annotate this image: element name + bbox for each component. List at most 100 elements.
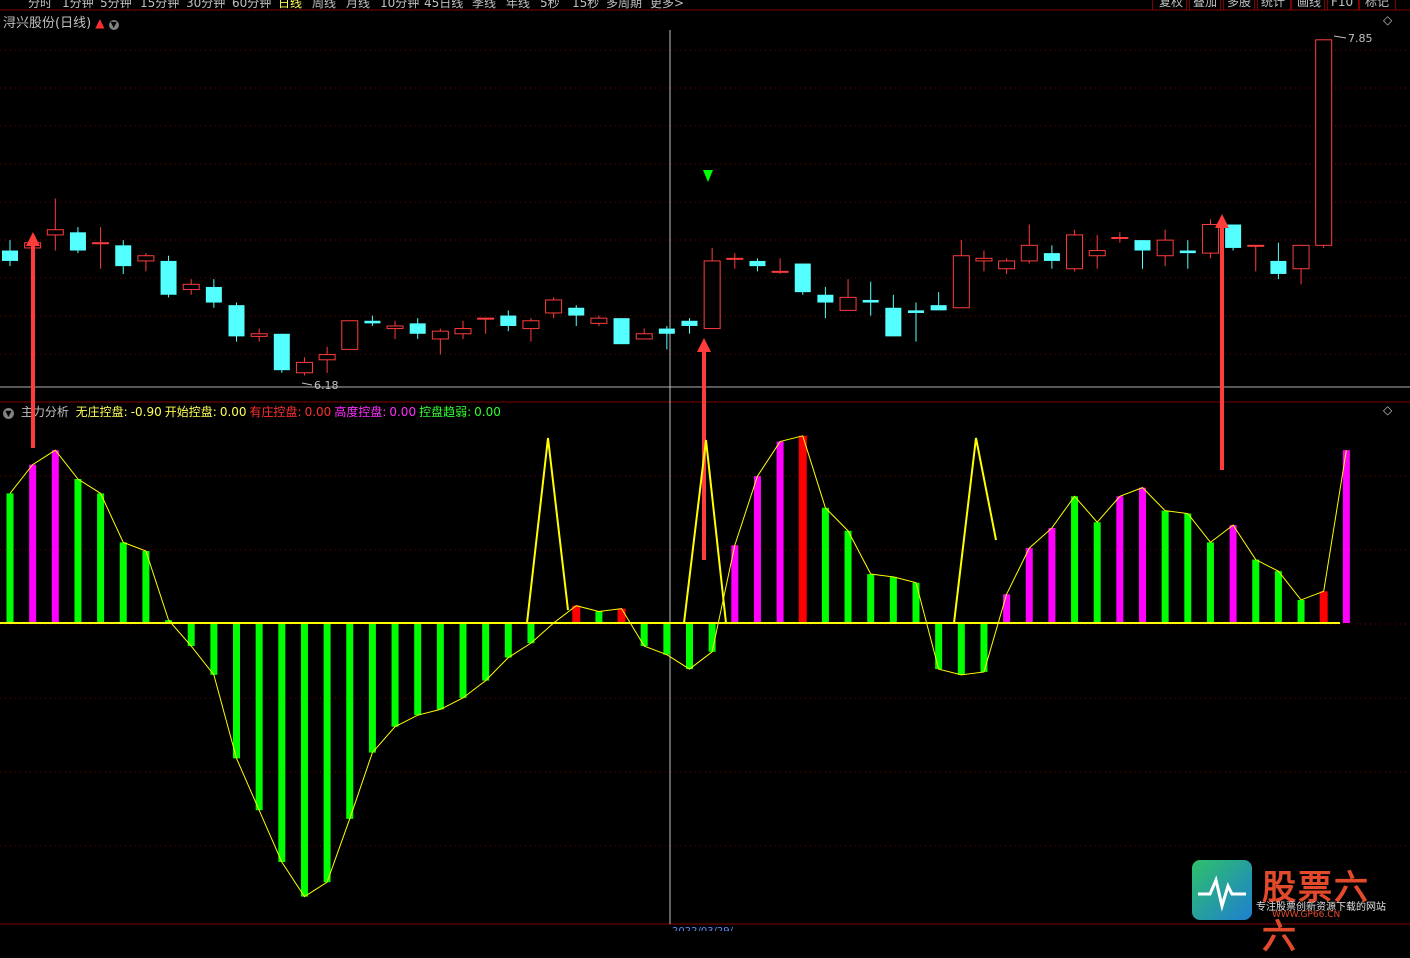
indicator-bar-58 <box>1319 591 1328 623</box>
candle-body-42 <box>952 255 970 309</box>
candle-body-4 <box>92 242 110 245</box>
candle-body-2 <box>46 229 64 236</box>
candle-body-19 <box>431 330 449 340</box>
indicator-bar-48 <box>1093 522 1101 623</box>
indicator-bar-33 <box>753 476 761 623</box>
indicator-bar-44 <box>1003 594 1011 623</box>
candle-body-48 <box>1088 250 1106 257</box>
chart-canvas[interactable]: ◇ ◇ 7.85 6.18 2022/03/29/ <box>0 0 1410 931</box>
candle-body-35 <box>794 263 811 293</box>
indicator-bar-13 <box>300 623 308 897</box>
candle-body-20 <box>454 328 472 335</box>
candle-body-0 <box>2 250 18 261</box>
candle-body-54 <box>1225 224 1242 248</box>
indicator-bar-29 <box>663 623 671 655</box>
indicator-bar-26 <box>595 611 603 623</box>
candle-body-27 <box>613 318 630 345</box>
indicator-bar-55 <box>1252 559 1260 623</box>
indicator-bar-18 <box>414 623 422 716</box>
indicator-bar-22 <box>504 623 512 658</box>
candle-body-24 <box>545 299 563 314</box>
indicator-bar-52 <box>1184 513 1192 623</box>
candle-body-22 <box>500 315 517 326</box>
candle-body-37 <box>839 296 857 311</box>
indicator-bar-5 <box>119 542 127 623</box>
candle-body-44 <box>998 260 1016 270</box>
indicator-bar-30 <box>686 623 693 670</box>
indicator-bar-12 <box>278 623 286 863</box>
indicator-spike-1 <box>526 437 569 624</box>
candle-body-12 <box>273 333 290 371</box>
indicator-bar-4 <box>97 493 105 623</box>
indicator-bar-40 <box>912 582 920 623</box>
signal-arrow-1-head <box>26 232 40 246</box>
candle-body-50 <box>1134 240 1151 251</box>
candle-body-38 <box>862 299 879 303</box>
indicator-bar-42 <box>957 623 965 675</box>
candle-body-41 <box>930 305 947 311</box>
indicator-bar-47 <box>1071 496 1079 623</box>
indicator-bar-38 <box>867 574 875 623</box>
candle-body-28 <box>635 333 653 340</box>
indicator-bar-6 <box>142 551 150 623</box>
candle-body-3 <box>69 232 86 251</box>
candle-body-18 <box>409 323 426 334</box>
indicator-bar-15 <box>346 623 354 819</box>
indicator-bar-45 <box>1025 548 1033 623</box>
price-low-pointer <box>301 382 313 386</box>
candle-body-8 <box>182 283 200 291</box>
signal-arrow-2-head <box>697 338 711 352</box>
green-down-arrow-icon <box>703 170 713 182</box>
candle-body-30 <box>681 320 698 326</box>
diamond-icon-2: ◇ <box>1383 403 1393 417</box>
indicator-bar-10 <box>233 623 240 759</box>
candle-body-40 <box>908 310 924 313</box>
indicator-bar-46 <box>1048 527 1056 623</box>
candle-body-39 <box>885 307 902 337</box>
candle-body-47 <box>1066 234 1084 270</box>
indicator-bar-59 <box>1342 450 1350 623</box>
indicator-bar-54 <box>1229 525 1237 623</box>
candle-body-23 <box>522 320 540 330</box>
candle-body-9 <box>205 286 222 303</box>
watermark-logo: 股票六六 专注股票创新资源下载的网站 WWW.GP66.CN <box>1192 860 1402 957</box>
candle-body-26 <box>590 317 608 324</box>
candle-body-51 <box>1156 239 1174 257</box>
candle-body-17 <box>386 325 404 330</box>
indicator-spike-2 <box>953 437 997 624</box>
candle-body-7 <box>160 260 177 295</box>
price-high-pointer <box>1333 35 1347 39</box>
candle-body-53 <box>1201 224 1219 254</box>
indicator-bar-16 <box>368 623 376 753</box>
candle-body-25 <box>568 307 585 316</box>
candle-body-5 <box>115 245 132 267</box>
indicator-bar-14 <box>323 623 331 883</box>
indicator-bar-20 <box>459 623 467 698</box>
indicator-bar-36 <box>821 507 829 623</box>
indicator-bar-53 <box>1206 542 1214 623</box>
diamond-icon: ◇ <box>1383 13 1393 27</box>
candle-body-15 <box>341 320 359 350</box>
candle-body-31 <box>703 260 721 330</box>
candle-body-14 <box>318 354 336 361</box>
indicator-bar-27 <box>617 608 626 623</box>
indicator-bar-11 <box>255 623 263 811</box>
indicator-bar-17 <box>391 623 399 727</box>
indicator-bar-37 <box>844 530 852 623</box>
candle-body-57 <box>1292 244 1310 270</box>
candle-body-11 <box>250 333 268 337</box>
indicator-bar-50 <box>1139 487 1146 623</box>
indicator-bar-56 <box>1274 571 1282 623</box>
candle-body-49 <box>1111 237 1129 240</box>
indicator-bar-35 <box>798 435 807 623</box>
signal-arrow-3-head <box>1215 214 1229 228</box>
indicator-bar-41 <box>935 623 943 670</box>
candle-body-55 <box>1247 244 1265 247</box>
candle-body-10 <box>228 305 245 337</box>
indicator-bar-0 <box>6 493 14 623</box>
price-high-label: 7.85 <box>1348 32 1373 45</box>
indicator-bar-57 <box>1297 599 1305 623</box>
candle-body-34 <box>771 270 789 273</box>
indicator-bar-34 <box>776 441 784 623</box>
candle-body-13 <box>295 361 313 374</box>
